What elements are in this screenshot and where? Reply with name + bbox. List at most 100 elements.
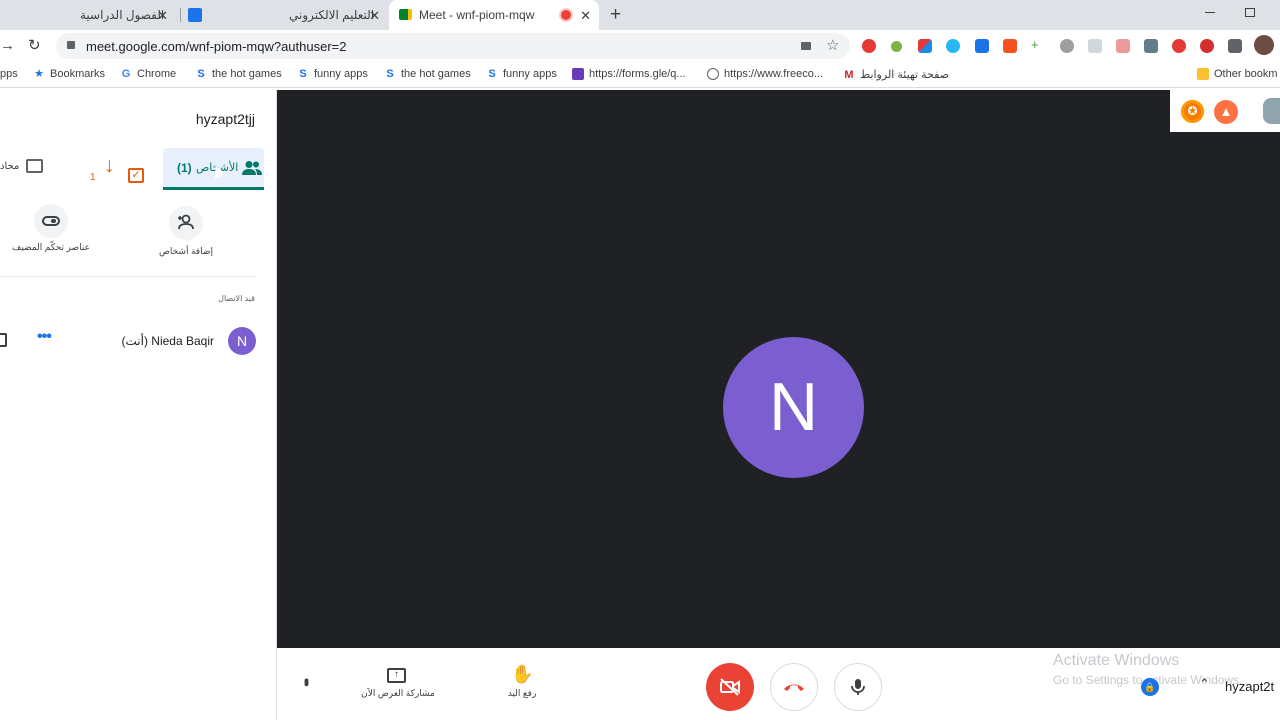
puzzle-icon[interactable] xyxy=(1228,39,1242,53)
folder-icon xyxy=(1197,68,1209,80)
google-icon: G xyxy=(121,68,131,80)
present-label: مشاركة العرض الآن xyxy=(361,688,435,698)
extension-icon[interactable] xyxy=(918,39,932,53)
video-stage: N ✪ ▲ xyxy=(277,90,1280,648)
participant-name-text: Nieda Baqir xyxy=(151,334,214,348)
minimize-button[interactable] xyxy=(1205,12,1215,13)
tab-active-indicator xyxy=(163,187,264,190)
tab-people[interactable]: (1) الأشخاص xyxy=(163,148,264,190)
triangle-icon[interactable]: ▲ xyxy=(1214,100,1238,124)
tab-elearning[interactable]: التعليم الالكتروني ✕ xyxy=(181,0,388,30)
restore-button[interactable] xyxy=(1245,8,1255,17)
tab-activities[interactable]: 1 ↓ ✓ xyxy=(88,154,148,186)
extension-icon[interactable] xyxy=(1172,39,1186,53)
checkbox-icon: ✓ xyxy=(128,168,144,183)
bookmark-links-page[interactable]: M صفحة تهيئة الروابط xyxy=(843,68,949,82)
close-icon[interactable]: ✕ xyxy=(369,8,380,24)
tab-meet[interactable]: Meet - wnf-piom-mqw ✕ xyxy=(389,0,599,30)
s-icon: S xyxy=(488,68,496,80)
more-vert-icon[interactable]: ••• xyxy=(299,678,315,684)
bookmark-label: the hot games xyxy=(212,68,282,80)
watermark-title: Activate Windows xyxy=(1053,652,1180,669)
tab-title: التعليم الالكتروني xyxy=(289,8,375,22)
contacts-icon xyxy=(188,8,202,22)
close-icon[interactable]: ✕ xyxy=(580,8,591,24)
divider xyxy=(0,276,256,277)
bookmark-label: https://forms.gle/q... xyxy=(589,68,686,80)
bookmark-bookmarks[interactable]: ★ Bookmarks xyxy=(33,68,105,80)
bookmark-label: Other bookm xyxy=(1214,68,1278,80)
meeting-name-bottom: hyzapt2t xyxy=(1225,679,1275,694)
s-icon: S xyxy=(299,68,307,80)
host-controls-button[interactable]: عناصر تحكّم المضيف xyxy=(12,204,92,264)
bookmark-funny-apps[interactable]: Sfunny apps xyxy=(297,68,368,80)
forms-icon xyxy=(572,68,584,80)
address-bar[interactable]: meet.google.com/wnf-piom-mqw?authuser=2 … xyxy=(56,33,850,59)
chevron-up-icon[interactable]: ⌃ xyxy=(1199,676,1210,692)
extension-icon[interactable] xyxy=(1060,39,1074,53)
extension-icon[interactable] xyxy=(1116,39,1130,53)
microphone-button[interactable] xyxy=(834,663,882,711)
bookmark-funny-apps[interactable]: Sfunny apps xyxy=(486,68,557,80)
chat-icon xyxy=(26,159,43,173)
extension-icon[interactable] xyxy=(946,39,960,53)
bookmark-apps[interactable]: pps xyxy=(0,68,18,80)
adblock-icon[interactable] xyxy=(862,39,876,53)
teacher-avatar-icon[interactable] xyxy=(1263,98,1280,124)
star-icon: ★ xyxy=(34,68,44,80)
bookmark-forms[interactable]: https://forms.gle/q... xyxy=(572,68,686,80)
tab-classes[interactable]: الفصول الدراسية ✕ xyxy=(0,0,180,30)
extension-icon[interactable] xyxy=(1200,39,1214,53)
plus-icon[interactable]: + xyxy=(1031,37,1045,52)
raise-hand-label: رفع اليد xyxy=(507,688,537,698)
bookmark-freeco[interactable]: https://www.freeco... xyxy=(707,68,823,80)
people-count: (1) xyxy=(177,161,192,175)
green-dot-icon[interactable] xyxy=(891,41,902,52)
stage-avatar: N xyxy=(723,337,864,478)
bookmark-label: funny apps xyxy=(503,68,557,80)
camera-icon[interactable] xyxy=(801,42,811,50)
bookmark-label: Chrome xyxy=(137,68,177,80)
bookmark-label: the hot games xyxy=(401,68,471,80)
badge-icon[interactable]: ✪ xyxy=(1181,100,1204,123)
s-icon: S xyxy=(386,68,394,80)
people-icon xyxy=(242,160,262,176)
meet-icon xyxy=(399,9,412,20)
bookmark-label: funny apps xyxy=(314,68,368,80)
profile-avatar[interactable] xyxy=(1254,35,1274,55)
bookmark-label: Bookmarks xyxy=(50,68,106,80)
extension-icon[interactable] xyxy=(1144,39,1158,53)
extension-icon[interactable] xyxy=(975,39,989,53)
raise-hand-button[interactable]: ✋ رفع اليد xyxy=(497,664,547,706)
microphone-icon xyxy=(851,679,865,695)
present-now-button[interactable]: ↑ مشاركة العرض الآن xyxy=(357,666,439,706)
host-controls-label: عناصر تحكّم المضيف xyxy=(12,242,90,252)
bookmark-chrome[interactable]: G Chrome xyxy=(120,68,176,80)
more-options-icon[interactable]: ••• xyxy=(37,328,52,346)
bookmark-icon: M xyxy=(844,68,854,81)
avatar: N xyxy=(228,327,256,355)
extension-icon[interactable] xyxy=(1003,39,1017,53)
reload-icon[interactable]: ↻ xyxy=(28,36,41,54)
star-icon[interactable]: ☆ xyxy=(826,36,839,54)
close-icon[interactable]: ✕ xyxy=(157,8,168,24)
lock-badge-icon: 🔒 xyxy=(1141,678,1159,696)
tab-title: Meet - wnf-piom-mqw xyxy=(419,8,535,22)
add-people-button[interactable]: إضافة أشخاص xyxy=(150,206,222,262)
extension-icon[interactable] xyxy=(1088,39,1102,53)
tab-chat[interactable]: محاد xyxy=(0,158,45,180)
forward-icon[interactable]: → xyxy=(0,37,15,54)
bookmark-label: https://www.freeco... xyxy=(724,68,824,80)
meeting-name: hyzapt2tjj xyxy=(195,111,255,127)
new-tab-button[interactable]: + xyxy=(610,4,621,26)
recording-icon xyxy=(561,10,571,20)
bookmark-other[interactable]: Other bookm xyxy=(1197,68,1278,80)
add-person-icon xyxy=(169,206,203,240)
hang-up-button[interactable] xyxy=(770,663,818,711)
pin-icon[interactable] xyxy=(0,333,7,347)
bookmark-hot-games[interactable]: Sthe hot games xyxy=(195,68,282,80)
camera-off-button[interactable] xyxy=(706,663,754,711)
arrow-down-icon: ↓ xyxy=(104,154,115,177)
section-label: قيد الاتصال xyxy=(218,294,255,303)
bookmark-hot-games[interactable]: Sthe hot games xyxy=(384,68,471,80)
